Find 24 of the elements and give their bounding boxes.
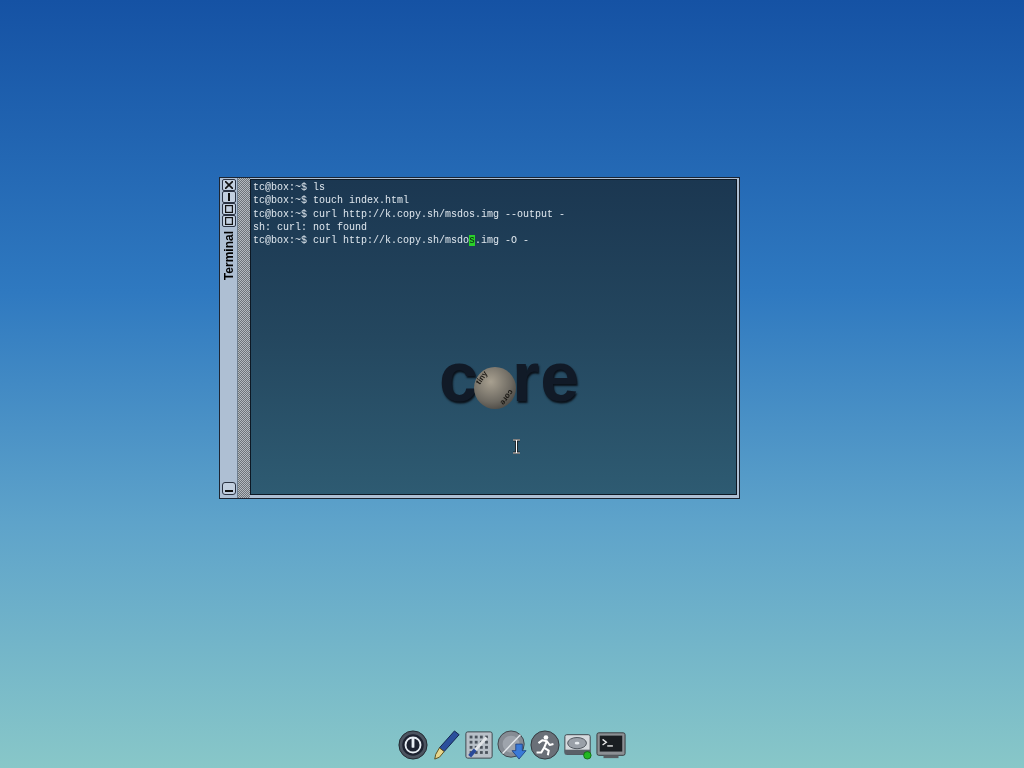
logo-text: re <box>511 342 581 412</box>
close-icon <box>224 181 233 189</box>
terminal-input-line: tc@box:~$ curl http://k.copy.sh/msdos.img -O - <box>253 234 530 248</box>
minimize-button[interactable] <box>221 191 236 203</box>
text-cursor-icon <box>512 439 521 454</box>
square-icon <box>224 217 233 225</box>
square-icon <box>224 205 233 213</box>
terminal-line: tc@box:~$ touch index.html <box>253 194 410 208</box>
pen-icon[interactable] <box>431 730 461 760</box>
iconify-button[interactable] <box>221 482 236 495</box>
terminal-line: tc@box:~$ ls <box>253 181 325 195</box>
underline-icon <box>224 490 233 492</box>
close-button[interactable] <box>221 179 236 191</box>
disc-download-icon[interactable] <box>497 730 527 760</box>
maximize-button[interactable] <box>221 203 236 215</box>
window-title: Terminal <box>221 231 236 281</box>
vertical-bar-icon <box>226 193 231 201</box>
control-panel-icon[interactable] <box>464 730 494 760</box>
terminal-icon[interactable] <box>596 730 626 760</box>
running-man-icon[interactable] <box>530 730 560 760</box>
terminal-line: tc@box:~$ curl http://k.copy.sh/msdos.img --output - <box>253 207 566 221</box>
shade-button[interactable] <box>221 215 236 227</box>
power-icon[interactable] <box>398 730 428 760</box>
terminal-line: sh: curl: not found <box>253 220 368 235</box>
